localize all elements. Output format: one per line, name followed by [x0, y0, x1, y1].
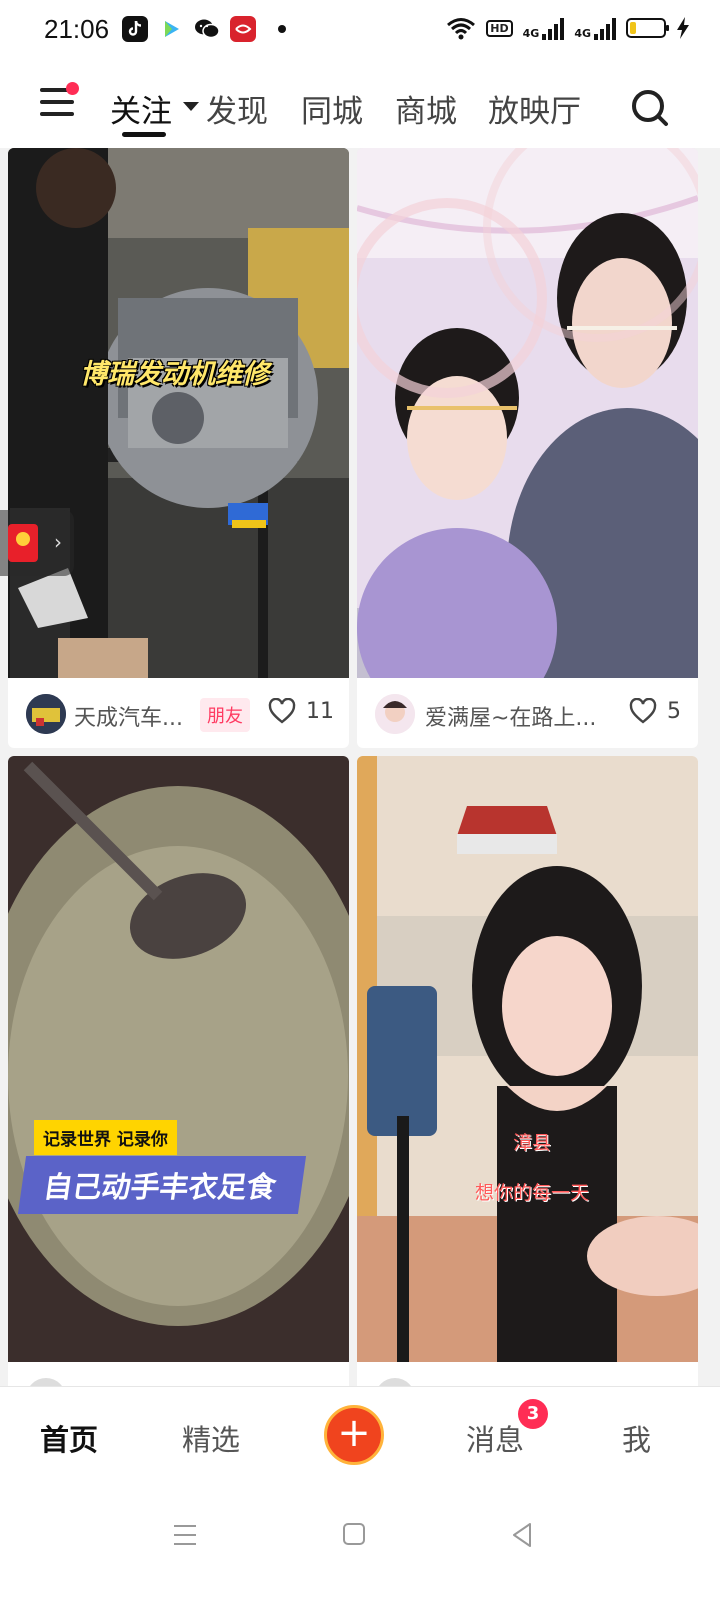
card-footer: 爱满屋~在路上... 5: [357, 678, 698, 748]
chevron-down-icon[interactable]: [183, 102, 199, 111]
author-name[interactable]: 爱满屋~在路上...: [425, 700, 596, 732]
battery-icon: [626, 18, 669, 38]
notification-dot: [66, 82, 79, 95]
video-thumbnail[interactable]: [357, 148, 698, 678]
red-envelope-icon: [8, 524, 38, 562]
video-card[interactable]: 爱满屋~在路上... 5: [357, 148, 698, 748]
signal-icon: 4G: [523, 16, 565, 40]
video-caption-line1: 漳县: [513, 1132, 552, 1154]
video-caption-line2: 想你的每一天: [475, 1182, 590, 1204]
avatar[interactable]: [375, 694, 415, 734]
tab-featured[interactable]: 精选: [182, 1417, 240, 1459]
red-app-icon: [230, 16, 256, 42]
message-badge: 3: [518, 1399, 548, 1429]
tab-local[interactable]: 同城: [301, 86, 363, 131]
like-button[interactable]: 11: [268, 698, 334, 724]
red-packet-widget[interactable]: ›: [0, 510, 74, 576]
tab-cinema[interactable]: 放映厅: [488, 86, 581, 131]
status-right: HD 4G 4G: [446, 16, 690, 40]
search-icon: [632, 90, 668, 126]
tab-messages[interactable]: 消息: [466, 1417, 524, 1459]
status-time: 21:06: [44, 14, 110, 44]
card-footer: [8, 1362, 349, 1388]
avatar[interactable]: [26, 694, 66, 734]
tab-me[interactable]: 我: [622, 1417, 651, 1459]
search-button[interactable]: [630, 88, 670, 128]
video-card[interactable]: 漳县 想你的每一天: [357, 756, 698, 1388]
back-icon[interactable]: [510, 1522, 534, 1548]
video-card[interactable]: 记录世界 记录你 自己动手丰衣足食: [8, 756, 349, 1388]
video-caption: 自己动手丰衣足食: [17, 1156, 307, 1214]
wifi-icon: [447, 18, 476, 40]
heart-icon: [629, 698, 657, 724]
hd-badge: HD: [486, 19, 513, 37]
like-button[interactable]: 5: [629, 698, 681, 724]
video-thumbnail[interactable]: 记录世界 记录你 自己动手丰衣足食: [8, 756, 349, 1362]
chevron-right-icon: ›: [54, 530, 62, 554]
home-square-icon[interactable]: [342, 1522, 366, 1546]
signal-icon-2: 4G: [574, 16, 616, 40]
video-card[interactable]: 博瑞发动机维修 天成汽车... 朋友 11: [8, 148, 349, 748]
bottom-nav: 首页 精选 + 消息 3 我: [0, 1386, 720, 1482]
menu-icon[interactable]: [172, 1522, 198, 1548]
author-name[interactable]: 天成汽车...: [74, 700, 183, 732]
tiktok-icon: [122, 16, 148, 42]
system-nav-bar: [0, 1482, 720, 1600]
top-nav: 关注 发现 同城 商城 放映厅: [0, 62, 720, 148]
like-count: 5: [667, 698, 681, 724]
wechat-icon: [194, 16, 220, 42]
status-app-icons: [122, 16, 286, 42]
video-caption: 博瑞发动机维修: [80, 359, 269, 390]
video-caption-tag: 记录世界 记录你: [34, 1120, 177, 1155]
status-bar: 21:06 HD 4G 4G: [0, 0, 720, 62]
tab-follow[interactable]: 关注: [110, 86, 172, 131]
card-footer: 天成汽车... 朋友 11: [8, 678, 349, 748]
create-button[interactable]: +: [324, 1405, 384, 1465]
like-count: 11: [306, 698, 334, 724]
tab-mall[interactable]: 商城: [395, 86, 457, 131]
video-thumbnail[interactable]: 漳县 想你的每一天: [357, 756, 698, 1362]
card-footer: [357, 1362, 698, 1388]
tab-discover[interactable]: 发现: [206, 86, 268, 131]
charging-icon: [677, 17, 689, 39]
video-thumbnail[interactable]: 博瑞发动机维修: [8, 148, 349, 678]
active-tab-indicator: [122, 132, 166, 137]
video-feed[interactable]: 博瑞发动机维修 天成汽车... 朋友 11 爱满屋~在路上... 5 记录世界 …: [8, 148, 712, 1388]
friend-badge: 朋友: [200, 698, 250, 732]
heart-icon: [268, 698, 296, 724]
more-dot-icon: [278, 25, 286, 33]
tab-home[interactable]: 首页: [40, 1417, 98, 1459]
video-play-icon: [158, 16, 184, 42]
